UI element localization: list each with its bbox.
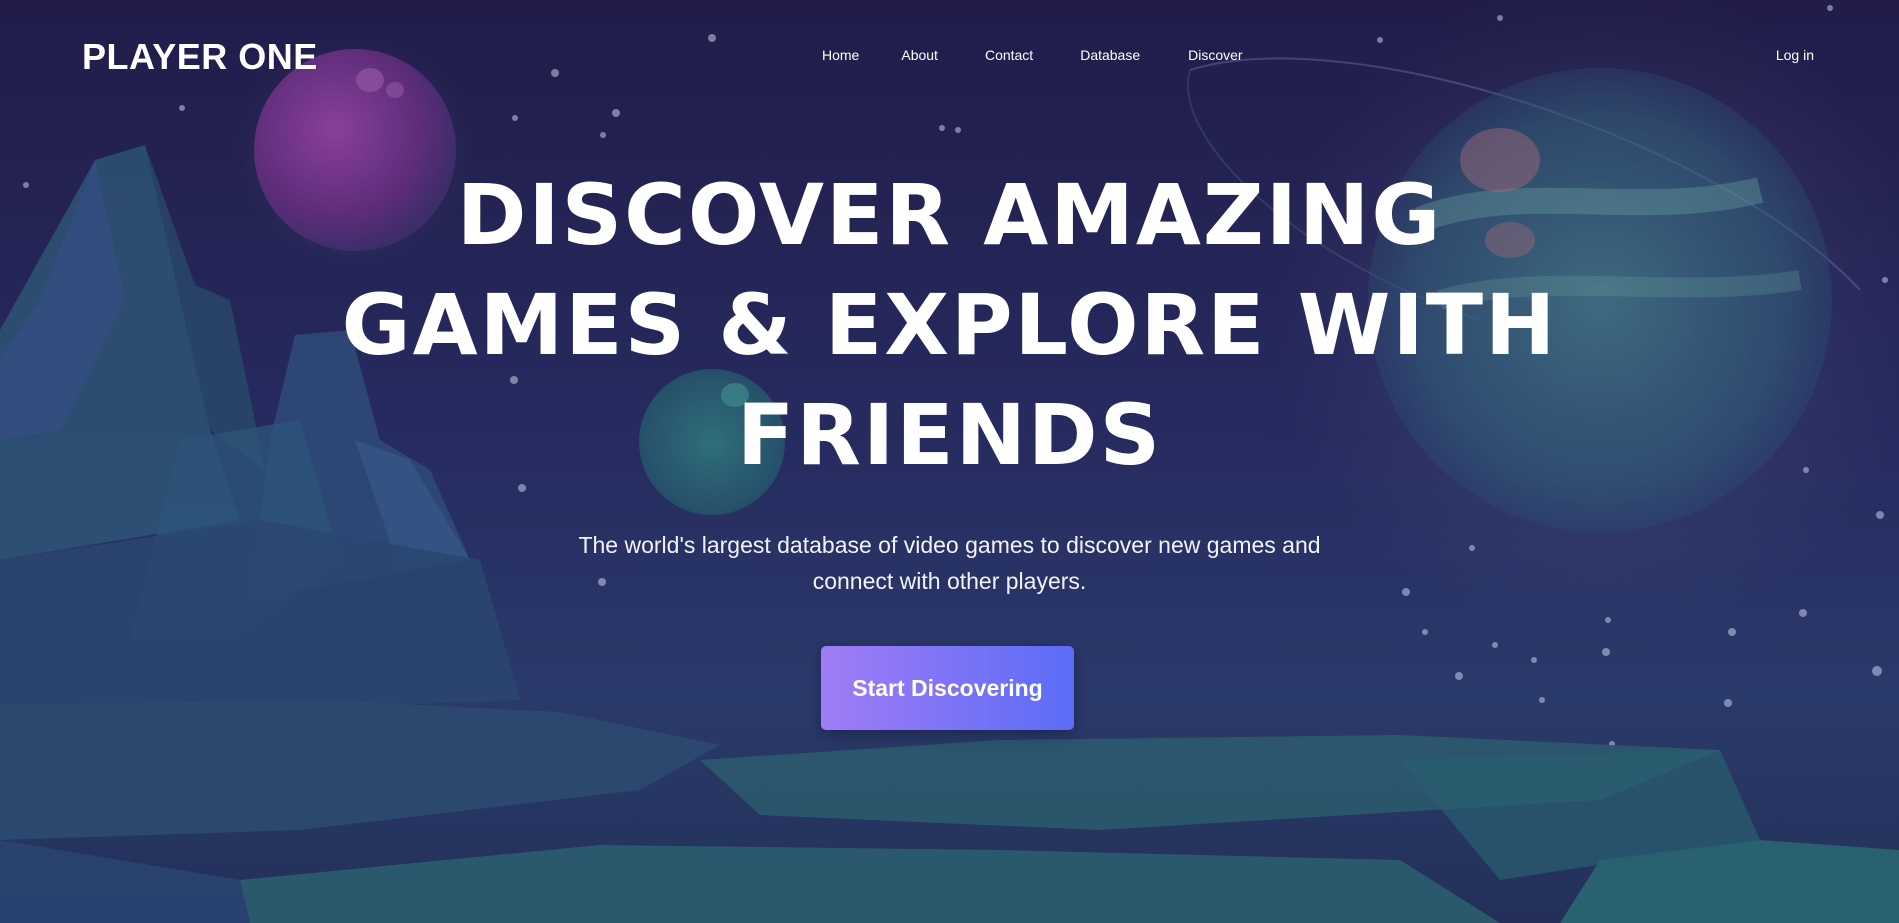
login-link[interactable]: Log in — [1776, 47, 1814, 63]
nav-link-home[interactable]: Home — [822, 47, 859, 63]
hero-title-line-3: FRIENDS — [736, 386, 1163, 484]
hero-subtitle-line-1: The world's largest database of video ga… — [578, 532, 1321, 558]
hero-title-line-1: DISCOVER AMAZING — [456, 166, 1443, 264]
main-nav: Home About Contact Database Discover — [822, 47, 1243, 63]
hero-subtitle-line-2: connect with other players. — [812, 568, 1087, 594]
hero-title-line-2: GAMES & EXPLORE WITH — [341, 276, 1558, 374]
nav-link-about[interactable]: About — [901, 47, 938, 63]
hero-title: DISCOVER AMAZING GAMES & EXPLORE WITH FR… — [0, 160, 1899, 490]
nav-link-database[interactable]: Database — [1080, 47, 1140, 63]
nav-link-contact[interactable]: Contact — [985, 47, 1033, 63]
hero-subtitle: The world's largest database of video ga… — [0, 527, 1899, 599]
nav-link-discover[interactable]: Discover — [1188, 47, 1242, 63]
landing-page: PLAYER ONE Home About Contact Database D… — [0, 0, 1899, 923]
start-discovering-button[interactable]: Start Discovering — [821, 646, 1074, 730]
logo[interactable]: PLAYER ONE — [82, 36, 318, 78]
